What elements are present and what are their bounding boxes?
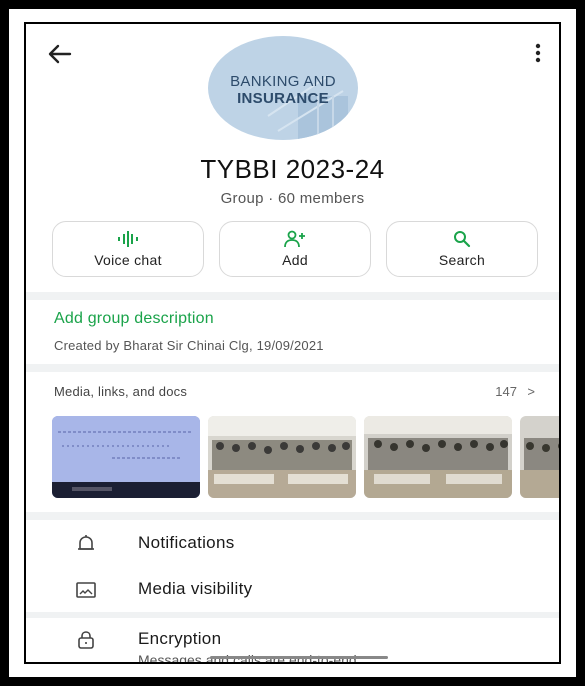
media-thumbnail[interactable] [520, 416, 559, 498]
screenshot-thumbnail-image [52, 416, 200, 498]
voice-chat-button[interactable]: Voice chat [52, 221, 204, 277]
encryption-label: Encryption [138, 629, 222, 648]
classroom-photo-thumbnail [520, 416, 559, 498]
media-visibility-setting[interactable]: Media visibility [26, 566, 559, 612]
back-arrow-icon[interactable] [46, 40, 74, 68]
media-visibility-label: Media visibility [138, 579, 253, 598]
voice-chat-icon [118, 231, 138, 247]
group-name: TYBBI 2023-24 [200, 154, 385, 184]
add-button[interactable]: Add [219, 221, 371, 277]
add-person-icon [284, 230, 305, 248]
classroom-photo-thumbnail [364, 416, 512, 498]
notifications-label: Notifications [138, 533, 235, 552]
description-section: Add group description Created by Bharat … [26, 300, 559, 364]
bell-icon [78, 535, 94, 550]
avatar-text-line2: INSURANCE [237, 90, 329, 107]
add-label: Add [282, 252, 308, 268]
classroom-photo-thumbnail [208, 416, 356, 498]
section-divider [26, 292, 559, 300]
section-divider [26, 512, 559, 520]
group-avatar[interactable]: BANKING AND INSURANCE [208, 36, 358, 140]
lock-icon [78, 631, 94, 649]
media-section: Media, links, and docs 147 > [26, 372, 559, 512]
notifications-setting[interactable]: Notifications [26, 520, 559, 566]
gesture-navigation-bar[interactable] [210, 656, 388, 659]
group-info-screen: BANKING AND INSURANCE TYBBI 2023-24 Grou… [24, 22, 561, 664]
more-options-icon[interactable] [533, 42, 543, 64]
voice-chat-label: Voice chat [94, 252, 162, 268]
group-header: BANKING AND INSURANCE TYBBI 2023-24 Grou… [26, 24, 559, 292]
section-divider [26, 364, 559, 372]
search-icon [454, 231, 471, 248]
group-member-count: Group · 60 members [220, 190, 365, 207]
image-icon [76, 582, 96, 598]
add-group-description-link[interactable]: Add group description [54, 310, 214, 328]
created-by-text: Created by Bharat Sir Chinai Clg, 19/09/… [54, 338, 324, 353]
media-thumbnail[interactable] [52, 416, 200, 498]
media-count: 147 [495, 384, 517, 399]
media-thumbnail[interactable] [364, 416, 512, 498]
search-button[interactable]: Search [386, 221, 538, 277]
media-thumbnail[interactable] [208, 416, 356, 498]
media-header[interactable]: Media, links, and docs [54, 384, 187, 399]
chevron-right-icon[interactable]: > [527, 384, 535, 399]
search-label: Search [438, 252, 486, 268]
avatar-text-line1: BANKING AND [230, 73, 336, 90]
